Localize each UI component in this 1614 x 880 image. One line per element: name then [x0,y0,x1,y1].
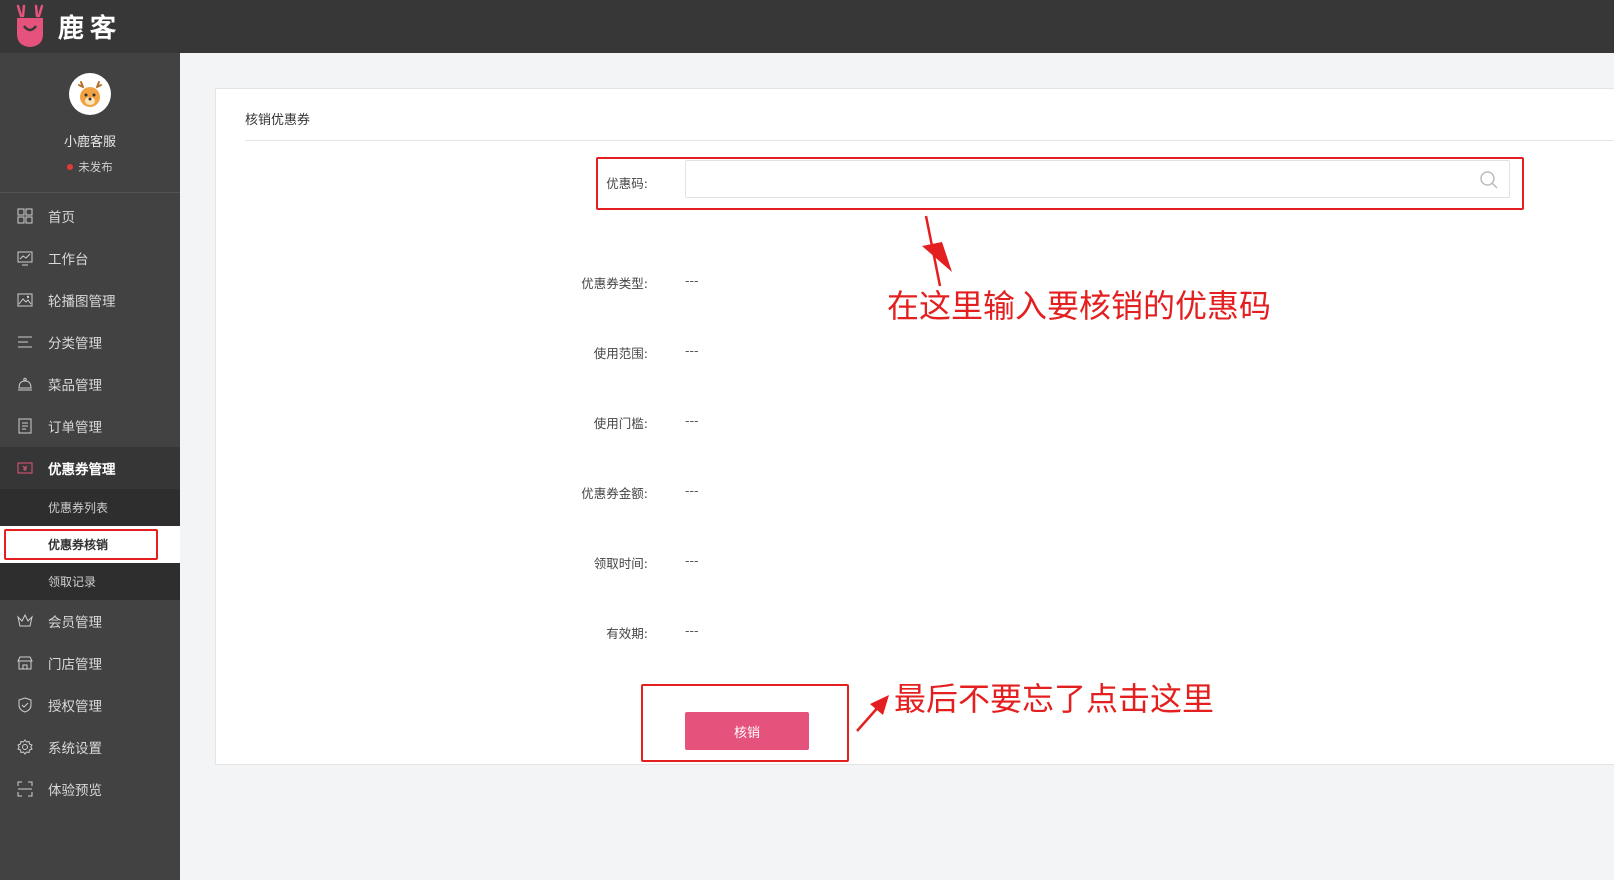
annotation-box-button [641,684,849,762]
coupon-type-value: --- [685,273,699,288]
coupon-amount-label: 优惠券金额: [581,486,648,501]
sidebar-item-label: 工作台 [48,252,89,268]
validity-value: --- [685,623,699,638]
monitor-chart-icon [16,249,34,267]
sidebar-item-dishes[interactable]: 菜品管理 [0,363,180,405]
usage-threshold-value: --- [685,413,699,428]
grid-icon [16,207,34,225]
cloche-icon [16,375,34,393]
panel-divider [245,140,1614,141]
sidebar-item-label: 首页 [48,210,75,226]
sidebar-item-label: 门店管理 [48,657,102,673]
sidebar-item-preview[interactable]: 体验预览 [0,768,180,810]
sidebar-item-label: 优惠券管理 [48,462,116,478]
validity-label: 有效期: [606,626,648,641]
sidebar-item-label: 订单管理 [48,420,102,436]
deer-logo-icon [16,4,44,47]
brand-name: 鹿客 [58,13,123,44]
panel-title: 核销优惠券 [245,113,311,128]
crown-icon [16,612,34,630]
profile-card: 小鹿客服 未发布 [0,53,180,193]
sidebar-subitem-coupon-list[interactable]: 优惠券列表 [0,489,180,526]
claim-time-value: --- [685,553,699,568]
publish-status: 未发布 [0,159,180,175]
sidebar-item-category[interactable]: 分类管理 [0,321,180,363]
status-text: 未发布 [78,160,113,174]
annotation-text-button-hint: 最后不要忘了点击这里 [894,680,1215,718]
sidebar-subitem-label: 优惠券列表 [48,501,109,515]
brand-logo[interactable]: 鹿客 [12,3,122,49]
sidebar-subitem-label: 领取记录 [48,575,97,589]
shield-icon [16,696,34,714]
annotation-text-input-hint: 在这里输入要核销的优惠码 [887,287,1272,325]
avatar[interactable] [69,73,111,115]
sidebar-item-coupons[interactable]: 优惠券管理 [0,447,180,489]
usage-threshold-label: 使用门槛: [593,416,648,431]
sidebar-item-label: 菜品管理 [48,378,102,394]
sidebar-item-label: 会员管理 [48,615,102,631]
image-icon [16,291,34,309]
profile-name: 小鹿客服 [63,135,116,150]
claim-time-label: 领取时间: [593,556,648,571]
sidebar-item-label: 系统设置 [48,741,102,757]
sidebar-item-carousel[interactable]: 轮播图管理 [0,279,180,321]
sidebar: 小鹿客服 未发布 首页 工作台 轮播图管理 分类管理 菜品管理 订单管理 优惠券… [0,53,180,880]
gear-icon [16,738,34,756]
sidebar-item-label: 体验预览 [48,783,102,799]
status-dot [67,163,74,170]
sidebar-item-label: 轮播图管理 [48,294,116,310]
coupon-type-label: 优惠券类型: [581,276,648,291]
coupon-icon [16,459,34,477]
sidebar-subitem-claim-records[interactable]: 领取记录 [0,563,180,600]
annotation-box-input [596,157,1524,210]
deer-avatar-icon [78,81,102,107]
store-icon [16,654,34,672]
sidebar-item-workbench[interactable]: 工作台 [0,237,180,279]
annotation-box-subitem [4,529,158,560]
sidebar-item-settings[interactable]: 系统设置 [0,726,180,768]
usage-scope-label: 使用范围: [593,346,648,361]
sidebar-item-members[interactable]: 会员管理 [0,600,180,642]
usage-scope-value: --- [685,343,699,358]
document-icon [16,417,34,435]
coupon-amount-value: --- [685,483,699,498]
sidebar-item-orders[interactable]: 订单管理 [0,405,180,447]
scan-icon [16,780,34,798]
lines-icon [16,333,34,351]
sidebar-item-label: 授权管理 [48,699,102,715]
top-bar: 鹿客 [0,0,1614,53]
sidebar-item-authorization[interactable]: 授权管理 [0,684,180,726]
sidebar-item-label: 分类管理 [48,336,102,352]
sidebar-item-stores[interactable]: 门店管理 [0,642,180,684]
sidebar-item-home[interactable]: 首页 [0,195,180,237]
